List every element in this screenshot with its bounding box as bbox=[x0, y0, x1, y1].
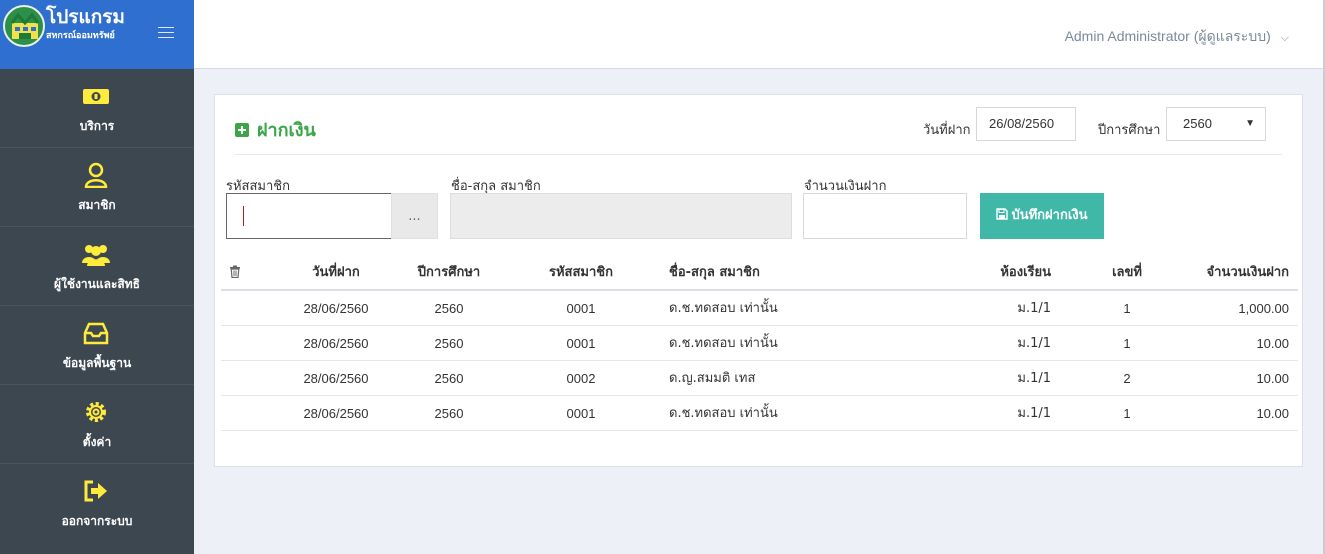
sidebar-item-basic-data[interactable]: ข้อมูลพื้นฐาน bbox=[0, 306, 194, 385]
users-icon bbox=[82, 241, 110, 267]
sidebar-item-label: บริการ bbox=[79, 119, 115, 133]
save-deposit-button[interactable]: บันทึกฝากเงิน bbox=[980, 193, 1104, 239]
cell-amount: 10.00 bbox=[1256, 406, 1289, 421]
cell-classroom: ม.1/1 bbox=[1017, 406, 1051, 421]
member-icon bbox=[82, 162, 110, 189]
save-deposit-label: บันทึกฝากเงิน bbox=[1011, 208, 1088, 223]
user-menu[interactable]: Admin Administrator (ผู้ดูแลระบบ) ⌵ bbox=[1065, 26, 1289, 48]
text-cursor bbox=[243, 206, 244, 226]
column-header-member-name: ชื่อ-สกุล สมาชิก bbox=[669, 265, 760, 280]
member-code-input[interactable] bbox=[226, 193, 392, 239]
cell-year: 2560 bbox=[434, 371, 464, 386]
chevron-down-icon: ⌵ bbox=[1280, 32, 1289, 44]
deposit-table: วันที่ฝาก ปีการศึกษา รหัสสมาชิก ชื่อ-สกุ… bbox=[221, 255, 1298, 431]
brand-header: โปรแกรม สหกรณ์ออมทรัพย์ bbox=[0, 0, 194, 69]
page-title: ฝากเงิน bbox=[235, 115, 316, 144]
page-title-text: ฝากเงิน bbox=[257, 120, 316, 141]
year-select-value: 2560 bbox=[1183, 116, 1212, 131]
caret-down-icon: ▼ bbox=[1245, 118, 1255, 129]
cell-classroom: ม.1/1 bbox=[1017, 301, 1051, 316]
sidebar-item-member[interactable]: สมาชิก bbox=[0, 148, 194, 227]
sidebar-item-label: สมาชิก bbox=[78, 198, 116, 212]
year-label: ปีการศึกษา bbox=[1098, 123, 1161, 138]
money-icon bbox=[82, 83, 110, 109]
cell-member-code: 0002 bbox=[566, 371, 596, 386]
floppy-icon bbox=[996, 208, 1009, 220]
sidebar-item-label: ข้อมูลพื้นฐาน bbox=[62, 356, 132, 370]
column-header-date: วันที่ฝาก bbox=[312, 265, 360, 280]
cell-member-code: 0001 bbox=[566, 336, 596, 351]
sidebar-item-settings[interactable]: ตั้งค่า bbox=[0, 385, 194, 464]
amount-input[interactable] bbox=[803, 193, 967, 239]
cell-year: 2560 bbox=[434, 301, 464, 316]
deposit-panel: ฝากเงิน วันที่ฝาก 26/08/2560 ปีการศึกษา … bbox=[214, 94, 1303, 467]
column-header-year: ปีการศึกษา bbox=[417, 265, 481, 280]
top-bar: Admin Administrator (ผู้ดูแลระบบ) ⌵ bbox=[194, 0, 1323, 69]
cell-year: 2560 bbox=[434, 336, 464, 351]
sidebar-item-label: ผู้ใช้งานและสิทธิ bbox=[54, 277, 140, 291]
cell-member-code: 0001 bbox=[566, 406, 596, 421]
cell-date: 28/06/2560 bbox=[303, 301, 369, 316]
cell-date: 28/06/2560 bbox=[303, 406, 369, 421]
cell-date: 28/06/2560 bbox=[303, 336, 369, 351]
cell-date: 28/06/2560 bbox=[303, 371, 369, 386]
menu-toggle-icon[interactable] bbox=[158, 27, 174, 39]
sidebar-item-logout[interactable]: ออกจากระบบ bbox=[0, 464, 194, 543]
gear-icon bbox=[82, 399, 110, 425]
cell-amount: 10.00 bbox=[1256, 336, 1289, 351]
cell-member-name: ด.ช.ทดสอบ เท่านั้น bbox=[669, 301, 778, 316]
sidebar-item-users[interactable]: ผู้ใช้งานและสิทธิ bbox=[0, 227, 194, 306]
deposit-date-label: วันที่ฝาก bbox=[923, 123, 971, 138]
cell-classroom: ม.1/1 bbox=[1017, 371, 1051, 386]
logout-icon bbox=[82, 478, 110, 504]
cell-year: 2560 bbox=[434, 406, 464, 421]
member-name-field bbox=[450, 193, 792, 239]
user-name: Admin Administrator (ผู้ดูแลระบบ) bbox=[1064, 28, 1271, 44]
brand-title: โปรแกรม bbox=[46, 6, 125, 28]
cell-member-name: ด.ญ.สมมติ เทส bbox=[669, 371, 756, 386]
title-divider bbox=[235, 154, 1282, 155]
browse-member-button[interactable]: ... bbox=[391, 193, 438, 239]
inbox-icon bbox=[82, 320, 110, 346]
column-header-amount: จำนวนเงินฝาก bbox=[1206, 265, 1289, 280]
table-row[interactable]: 28/06/2560 2560 0001 ด.ช.ทดสอบ เท่านั้น … bbox=[221, 396, 1298, 431]
app-logo-icon bbox=[3, 5, 45, 47]
table-row[interactable]: 28/06/2560 2560 0002 ด.ญ.สมมติ เทส ม.1/1… bbox=[221, 361, 1298, 396]
year-select[interactable]: 2560 ▼ bbox=[1166, 107, 1266, 141]
deposit-date-input[interactable]: 26/08/2560 bbox=[976, 107, 1076, 141]
table-row[interactable]: 28/06/2560 2560 0001 ด.ช.ทดสอบ เท่านั้น … bbox=[221, 291, 1298, 326]
column-header-member-code: รหัสสมาชิก bbox=[549, 265, 613, 280]
brand-subtitle: สหกรณ์ออมทรัพย์ bbox=[46, 31, 115, 41]
cell-classroom: ม.1/1 bbox=[1017, 336, 1051, 351]
sidebar-item-label: ตั้งค่า bbox=[82, 435, 112, 449]
cell-amount: 10.00 bbox=[1256, 371, 1289, 386]
table-row[interactable]: 28/06/2560 2560 0001 ด.ช.ทดสอบ เท่านั้น … bbox=[221, 326, 1298, 361]
sidebar: โปรแกรม สหกรณ์ออมทรัพย์ บริการ สมาชิก ผู… bbox=[0, 0, 194, 554]
plus-icon bbox=[235, 122, 249, 137]
cell-amount: 1,000.00 bbox=[1238, 301, 1289, 316]
sidebar-item-label: ออกจากระบบ bbox=[61, 514, 133, 528]
trash-icon bbox=[229, 255, 245, 291]
cell-member-code: 0001 bbox=[566, 301, 596, 316]
cell-member-name: ด.ช.ทดสอบ เท่านั้น bbox=[669, 406, 778, 421]
sidebar-item-service[interactable]: บริการ bbox=[0, 69, 194, 148]
cell-member-name: ด.ช.ทดสอบ เท่านั้น bbox=[669, 336, 778, 351]
table-header: วันที่ฝาก ปีการศึกษา รหัสสมาชิก ชื่อ-สกุ… bbox=[221, 255, 1298, 291]
column-header-classroom: ห้องเรียน bbox=[1000, 265, 1051, 280]
